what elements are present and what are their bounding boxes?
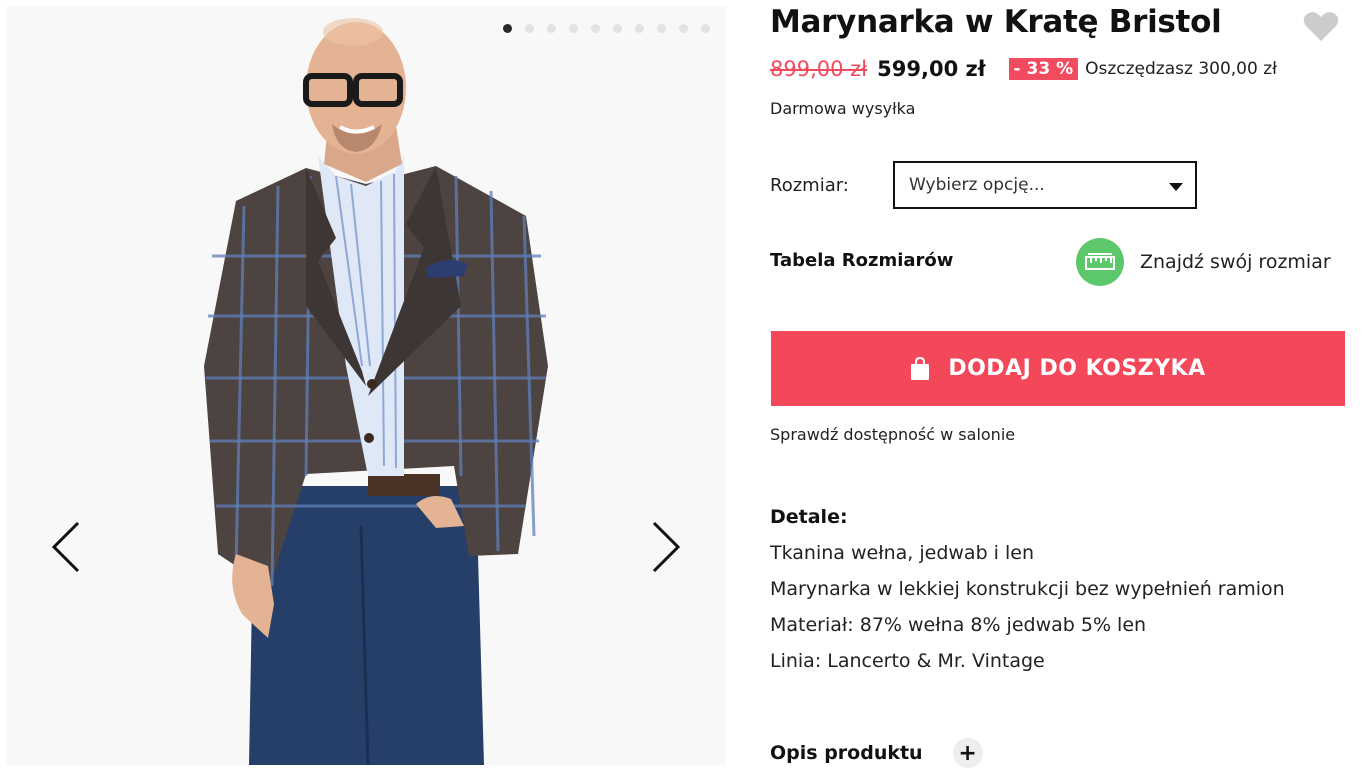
old-price: 899,00 zł [770, 57, 868, 81]
carousel-dot[interactable] [569, 24, 578, 33]
carousel-dot[interactable] [701, 24, 710, 33]
chevron-left-icon [51, 521, 80, 573]
heart-icon [1303, 12, 1339, 41]
details-heading: Detale: [770, 506, 848, 528]
shopping-bag-icon [911, 356, 930, 380]
shipping-info: Darmowa wysyłka [770, 99, 916, 118]
price-row: 899,00 zł 599,00 zł - 33 % Oszczędzasz 3… [770, 57, 1277, 81]
check-availability-link[interactable]: Sprawdź dostępność w salonie [770, 425, 1015, 444]
discount-badge: - 33 % [1008, 58, 1079, 80]
product-title: Marynarka w Kratę Bristol [770, 4, 1222, 40]
product-description-label: Opis produktu [770, 742, 923, 764]
gallery-next-button[interactable] [606, 486, 726, 608]
product-description-toggle[interactable]: Opis produktu + [770, 738, 983, 768]
details-list: Tkanina wełna, jedwab i len Marynarka w … [770, 541, 1285, 685]
carousel-dot[interactable] [635, 24, 644, 33]
add-to-cart-label: DODAJ DO KOSZYKA [948, 356, 1206, 381]
size-label: Rozmiar: [770, 175, 849, 196]
add-to-cart-button[interactable]: DODAJ DO KOSZYKA [771, 331, 1345, 406]
carousel-dot[interactable] [547, 24, 556, 33]
product-photo [204, 18, 548, 765]
ruler-icon-badge [1076, 238, 1124, 286]
size-select[interactable]: Wybierz opcję... [893, 161, 1197, 209]
find-size-link[interactable]: Znajdź swój rozmiar [1076, 238, 1331, 286]
carousel-dots [503, 24, 710, 33]
size-select-value: Wybierz opcję... [909, 175, 1045, 195]
details-item: Linia: Lancerto & Mr. Vintage [770, 650, 1045, 672]
carousel-dot[interactable] [657, 24, 666, 33]
product-gallery [6, 6, 726, 765]
chevron-right-icon [652, 521, 681, 573]
plus-icon: + [952, 738, 983, 768]
current-price: 599,00 zł [877, 57, 986, 81]
details-item: Materiał: 87% wełna 8% jedwab 5% len [770, 614, 1147, 636]
carousel-dot[interactable] [525, 24, 534, 33]
savings-text: Oszczędzasz 300,00 zł [1085, 59, 1277, 79]
find-size-label: Znajdź swój rozmiar [1140, 251, 1331, 273]
gallery-prev-button[interactable] [6, 486, 126, 608]
carousel-dot[interactable] [503, 24, 512, 33]
carousel-dot[interactable] [591, 24, 600, 33]
carousel-dot[interactable] [679, 24, 688, 33]
details-item: Tkanina wełna, jedwab i len [770, 542, 1034, 564]
size-table-link[interactable]: Tabela Rozmiarów [770, 250, 953, 271]
details-item: Marynarka w lekkiej konstrukcji bez wype… [770, 578, 1285, 600]
carousel-dot[interactable] [613, 24, 622, 33]
ruler-icon [1085, 253, 1115, 270]
wishlist-button[interactable] [1303, 10, 1339, 42]
caret-down-icon [1169, 183, 1183, 191]
